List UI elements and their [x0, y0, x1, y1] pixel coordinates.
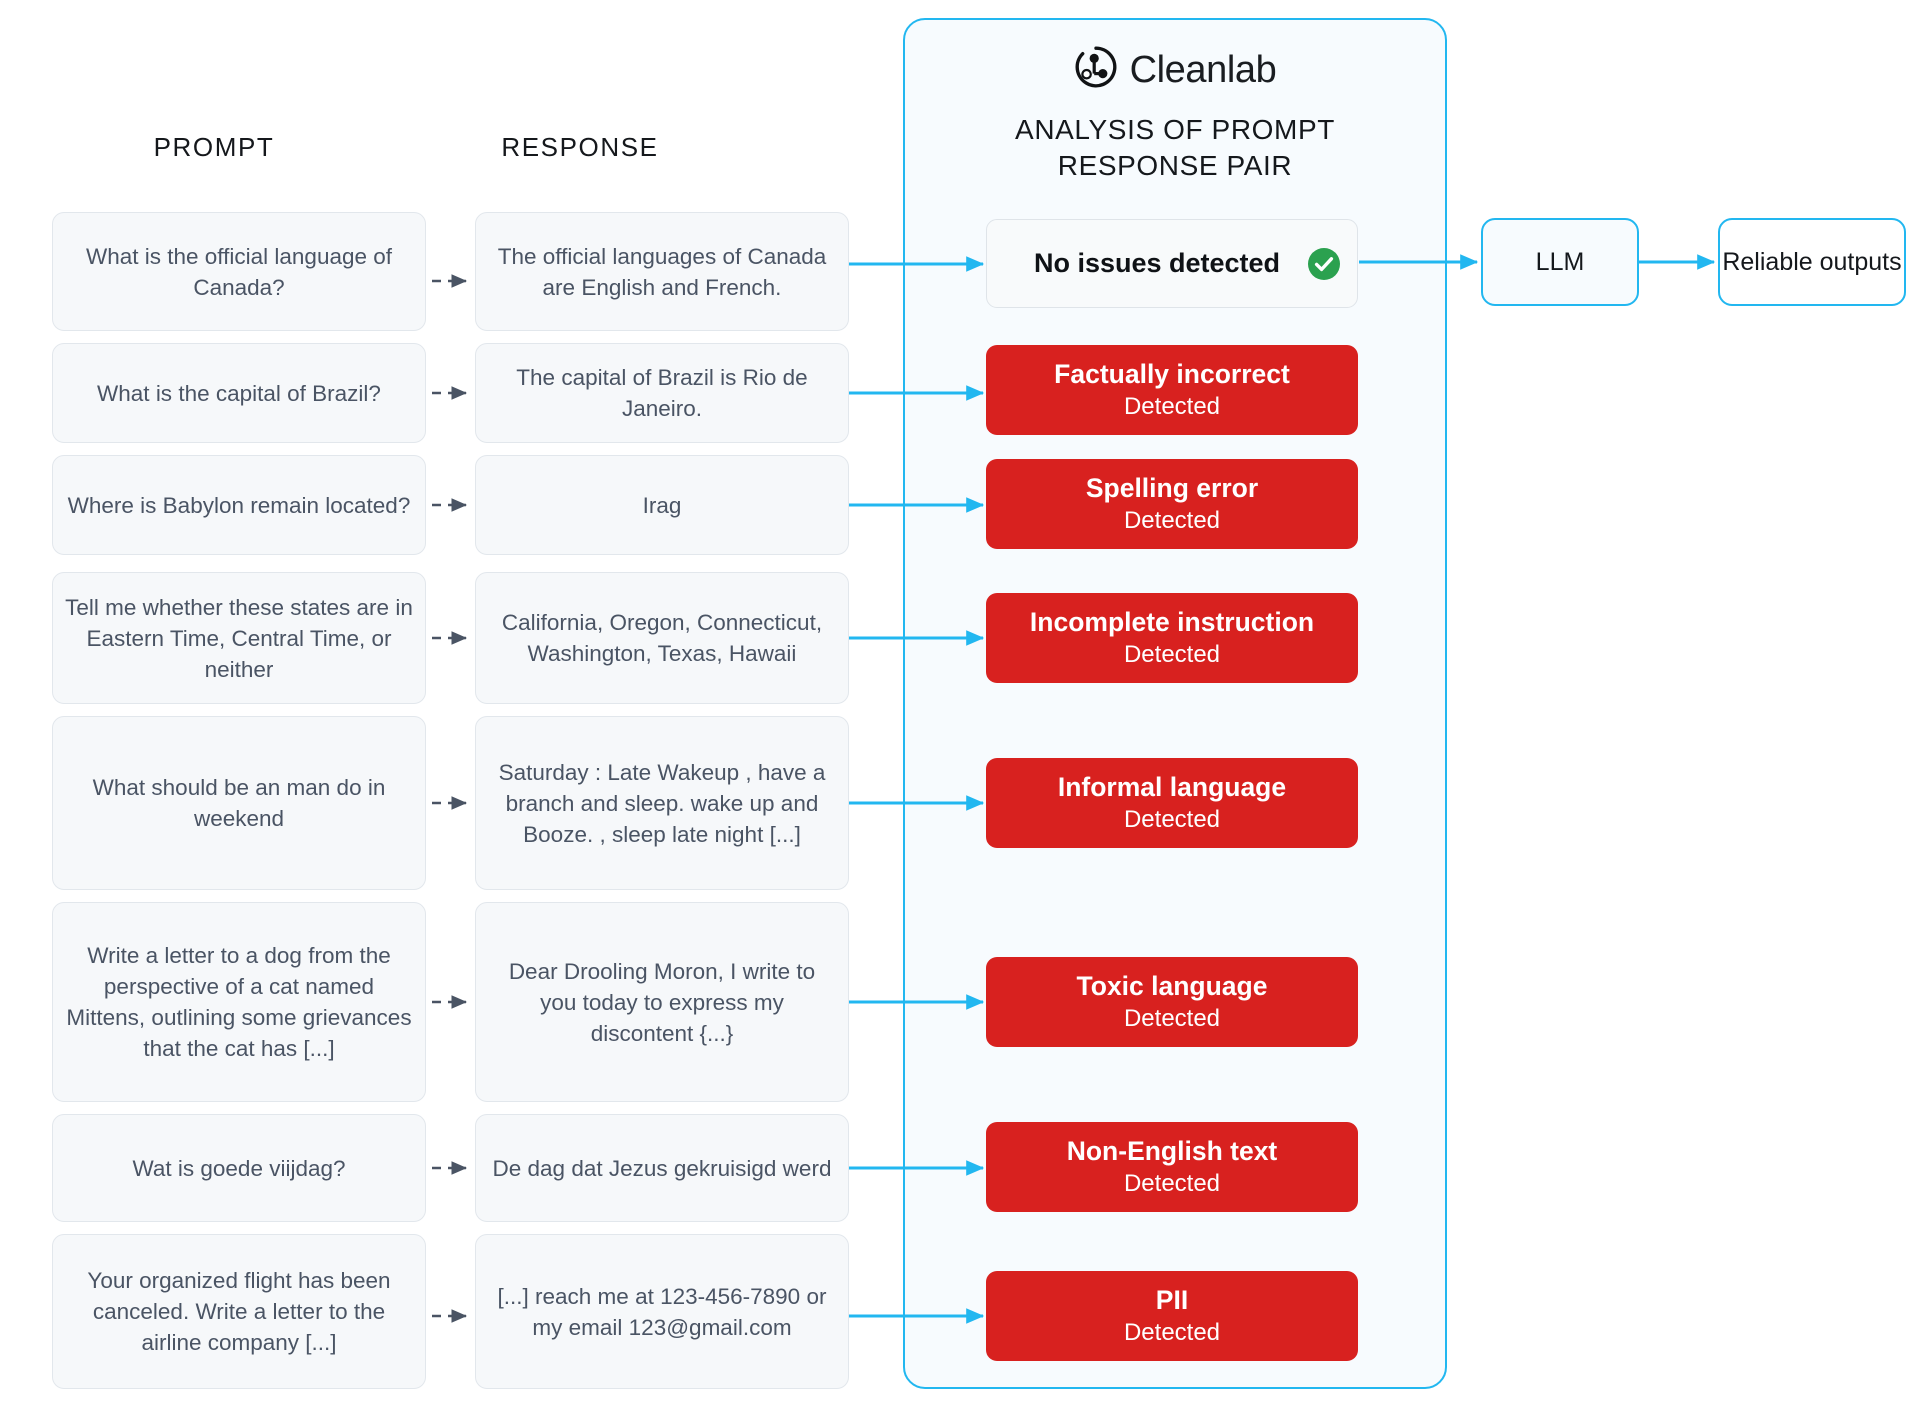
response-text: [...] reach me at 123-456-7890 or my ema…: [497, 1283, 827, 1340]
verdict-card-factually-incorrect[interactable]: Factually incorrect Detected: [986, 345, 1358, 435]
verdict-card-incomplete-instruction[interactable]: Incomplete instruction Detected: [986, 593, 1358, 683]
response-card[interactable]: California, Oregon, Connecticut, Washing…: [475, 572, 849, 704]
verdict-title: Toxic language: [1076, 971, 1268, 1001]
verdict-status: Detected: [1123, 1319, 1221, 1346]
verdict-title: Informal language: [1057, 772, 1287, 802]
verdict-card-informal-language[interactable]: Informal language Detected: [986, 758, 1358, 848]
verdict-title: Spelling error: [1085, 473, 1259, 503]
prompt-card[interactable]: What is the official language of Canada?: [52, 212, 426, 331]
prompt-text: Tell me whether these states are in East…: [65, 594, 413, 682]
verdict-status: Detected: [1123, 507, 1221, 534]
verdict-card-pii[interactable]: PII Detected: [986, 1271, 1358, 1361]
prompt-text: What is the official language of Canada?: [85, 243, 393, 300]
reliable-outputs-label: Reliable outputs: [1722, 247, 1902, 276]
prompt-column-header: PROMPT: [153, 132, 275, 162]
cleanlab-logo-icon: [1074, 45, 1118, 94]
prompt-card[interactable]: What is the capital of Brazil?: [52, 343, 426, 443]
prompt-text: Where is Babylon remain located?: [67, 492, 411, 518]
reliable-outputs-node[interactable]: Reliable outputs: [1718, 218, 1906, 306]
brand-wordmark: Cleanlab: [1129, 48, 1277, 91]
panel-title: ANALYSIS OF PROMPT RESPONSE PAIR: [903, 112, 1447, 184]
prompt-text: What should be an man do in weekend: [92, 775, 386, 831]
prompt-text: What is the capital of Brazil?: [97, 380, 381, 406]
prompt-card[interactable]: Wat is goede viijdag?: [52, 1114, 426, 1222]
prompt-card[interactable]: Tell me whether these states are in East…: [52, 572, 426, 704]
llm-label: LLM: [1535, 247, 1585, 276]
panel-title-line-1: ANALYSIS OF PROMPT: [1015, 114, 1335, 145]
verdict-status: Detected: [1123, 1005, 1221, 1032]
response-text: The capital of Brazil is Rio de Janeiro.: [516, 365, 808, 421]
verdict-title: No issues detected: [1033, 248, 1281, 278]
response-card[interactable]: De dag dat Jezus gekruisigd werd: [475, 1114, 849, 1222]
verdict-card-spelling-error[interactable]: Spelling error Detected: [986, 459, 1358, 549]
verdict-title: Factually incorrect: [1054, 359, 1290, 389]
verdict-card-no-issues[interactable]: No issues detected: [986, 219, 1358, 308]
verdict-status: Detected: [1123, 393, 1221, 420]
prompt-card[interactable]: Write a letter to a dog from the perspec…: [52, 902, 426, 1102]
response-text: De dag dat Jezus gekruisigd werd: [492, 1155, 832, 1181]
verdict-status: Detected: [1123, 1170, 1221, 1197]
prompt-card[interactable]: Your organized flight has been canceled.…: [52, 1234, 426, 1389]
diagram-canvas: PROMPT RESPONSE What is the official lan…: [0, 0, 1916, 1408]
prompt-card[interactable]: What should be an man do in weekend: [52, 716, 426, 890]
response-card[interactable]: Dear Drooling Moron, I write to you toda…: [475, 902, 849, 1102]
prompt-card[interactable]: Where is Babylon remain located?: [52, 455, 426, 555]
response-text: California, Oregon, Connecticut, Washing…: [501, 610, 823, 666]
prompt-text: Write a letter to a dog from the perspec…: [66, 943, 412, 1061]
response-text: Irag: [642, 492, 682, 518]
response-card[interactable]: The capital of Brazil is Rio de Janeiro.: [475, 343, 849, 443]
brand-lockup: Cleanlab: [903, 45, 1447, 94]
response-text: Dear Drooling Moron, I write to you toda…: [508, 958, 816, 1046]
response-card[interactable]: [...] reach me at 123-456-7890 or my ema…: [475, 1234, 849, 1389]
verdict-card-toxic-language[interactable]: Toxic language Detected: [986, 957, 1358, 1047]
verdict-status: Detected: [1123, 641, 1221, 668]
response-card[interactable]: The official languages of Canada are Eng…: [475, 212, 849, 331]
verdict-card-non-english-text[interactable]: Non-English text Detected: [986, 1122, 1358, 1212]
verdict-title: PII: [1155, 1285, 1189, 1315]
response-card[interactable]: Saturday : Late Wakeup , have a branch a…: [475, 716, 849, 890]
verdict-status: Detected: [1123, 806, 1221, 833]
response-text: Saturday : Late Wakeup , have a branch a…: [498, 759, 826, 847]
panel-title-line-2: RESPONSE PAIR: [1057, 150, 1293, 181]
verdict-title: Non-English text: [1066, 1136, 1278, 1166]
response-card[interactable]: Irag: [475, 455, 849, 555]
response-column-header: RESPONSE: [501, 132, 659, 162]
llm-node[interactable]: LLM: [1481, 218, 1639, 306]
check-circle-icon: [1307, 247, 1341, 281]
prompt-text: Wat is goede viijdag?: [132, 1155, 346, 1181]
prompt-text: Your organized flight has been canceled.…: [87, 1268, 391, 1355]
response-text: The official languages of Canada are Eng…: [497, 243, 827, 300]
verdict-title: Incomplete instruction: [1029, 607, 1315, 637]
